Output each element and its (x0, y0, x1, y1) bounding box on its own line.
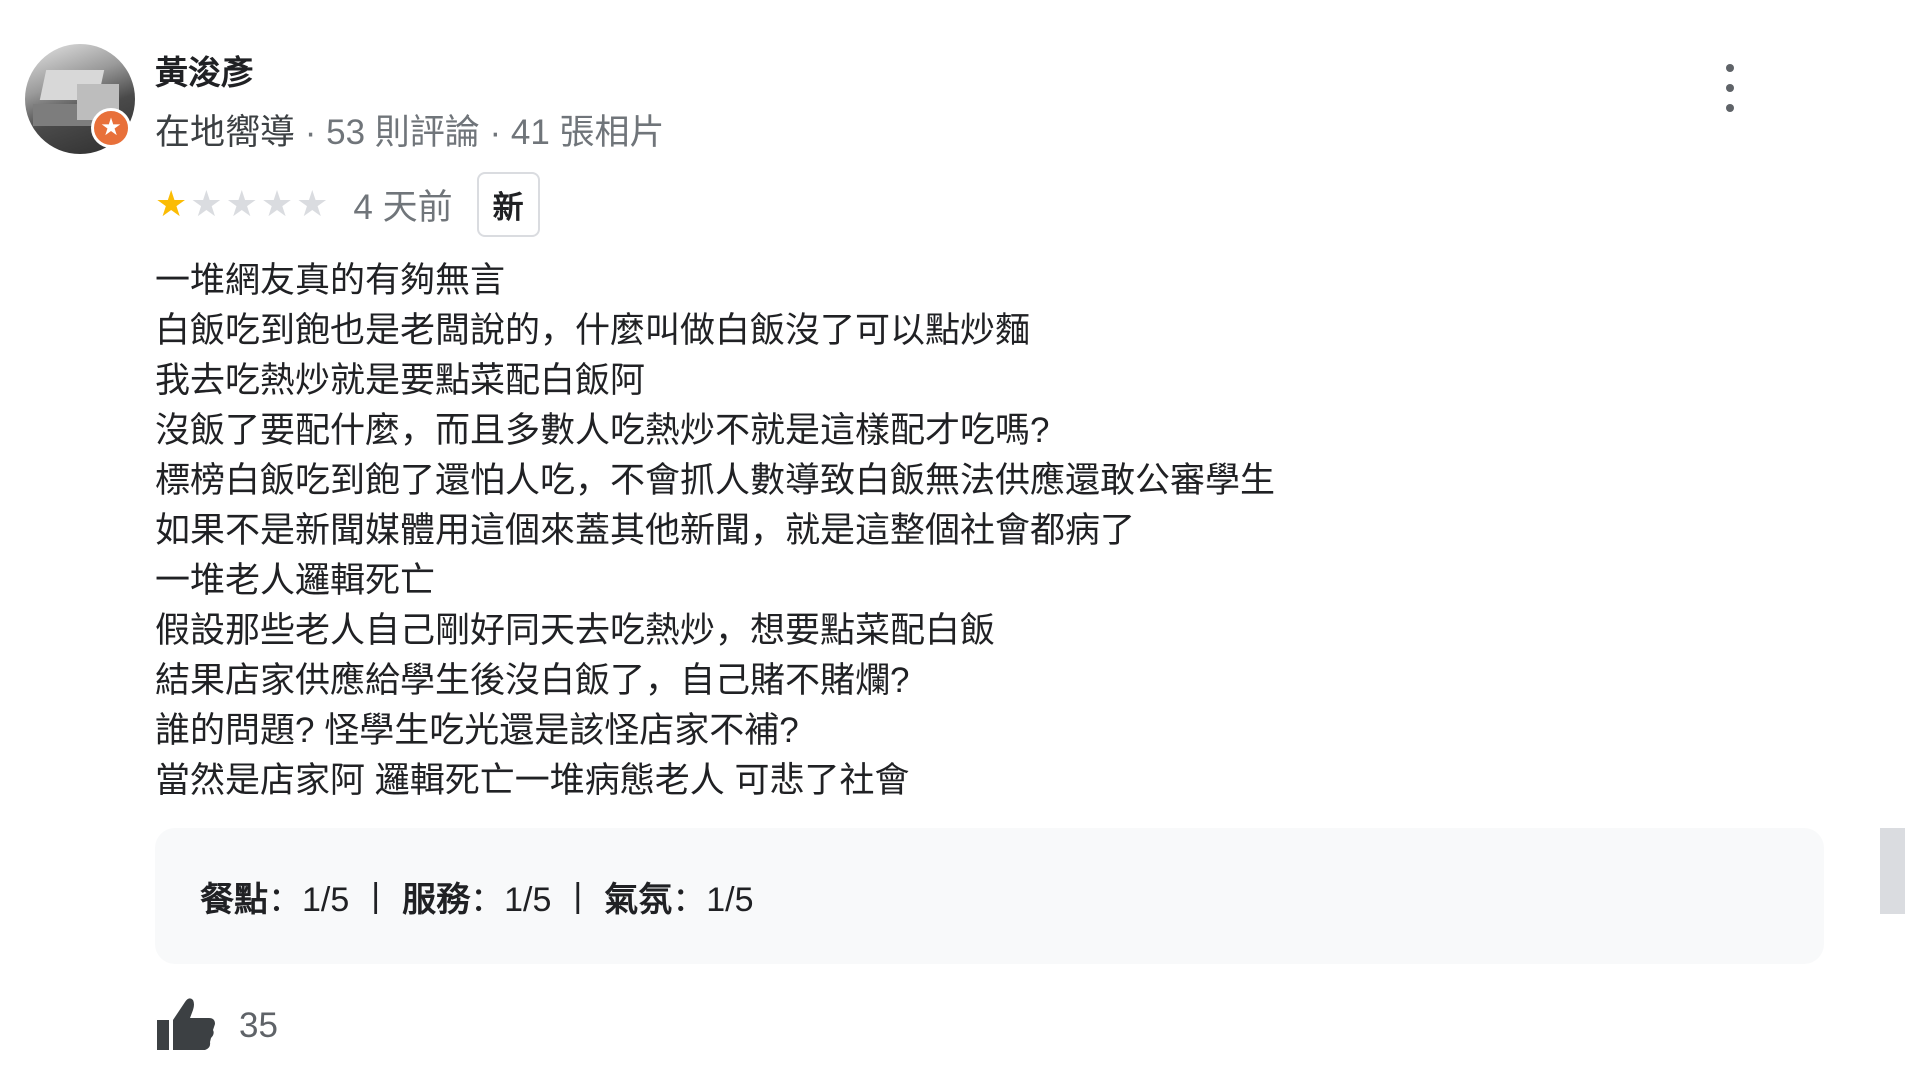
review-line: 假設那些老人自己剛好同天去吃熱炒，想要點菜配白飯 (155, 611, 996, 650)
avatar[interactable]: ★ (25, 44, 135, 154)
review-text: 一堆網友真的有夠無言 白飯吃到飽也是老闆說的，什麼叫做白飯沒了可以點炒麵 我去吃… (155, 256, 1275, 806)
author-meta: 在地嚮導 · 53 則評論 · 41 張相片 (155, 104, 665, 155)
star-icon: ★ (155, 183, 188, 224)
review-line: 一堆老人邏輯死亡 (155, 561, 436, 600)
subrating-value-food: ：1/5 (268, 880, 350, 919)
subrating-label-service: 服務 (402, 880, 471, 919)
new-badge: 新 (476, 171, 540, 237)
star-icon: ★ (225, 183, 258, 224)
review-line: 當然是店家阿 邏輯死亡一堆病態老人 可悲了社會 (155, 761, 910, 800)
subratings-panel: 餐點 ：1/5 | 服務 ：1/5 | 氣氛 ：1/5 (155, 828, 1824, 964)
star-icon: ★ (190, 183, 223, 224)
review-line: 白飯吃到飽也是老闆說的，什麼叫做白飯沒了可以點炒麵 (155, 311, 1031, 350)
star-icon: ★ (296, 183, 329, 224)
author-name[interactable]: 黃浚彥 (155, 46, 254, 94)
review-line: 結果店家供應給學生後沒白飯了，自己賭不賭爛? (155, 661, 910, 700)
like-count: 35 (239, 1006, 278, 1045)
review-time: 4 天前 (353, 187, 453, 227)
review-line: 我去吃熱炒就是要點菜配白飯阿 (155, 361, 646, 400)
scrollbar-thumb[interactable] (1880, 828, 1905, 914)
subrating-label-atmosphere: 氣氛 (604, 880, 673, 919)
thumbs-up-icon[interactable] (155, 996, 217, 1057)
subrating-label-food: 餐點 (200, 880, 268, 919)
review-line: 如果不是新聞媒體用這個來蓋其他新聞，就是這整個社會都病了 (155, 511, 1136, 550)
subrating-value-atmosphere: ：1/5 (672, 880, 754, 919)
more-options-button[interactable] (1715, 64, 1745, 112)
separator: | (573, 876, 583, 915)
review-line: 一堆網友真的有夠無言 (155, 261, 506, 300)
author-stats: · 53 則評論 · 41 張相片 (295, 113, 665, 152)
subrating-value-service: ：1/5 (470, 880, 552, 919)
local-guide-star-icon: ★ (91, 108, 131, 148)
author-level: 在地嚮導 (155, 113, 296, 152)
like-row[interactable]: 35 (155, 996, 278, 1056)
review-line: 誰的問題? 怪學生吃光還是該怪店家不補? (155, 711, 799, 750)
review-line: 沒飯了要配什麼，而且多數人吃熱炒不就是這樣配才吃嗎? (155, 411, 1050, 450)
rating-row: ★ ★ ★ ★ ★ 4 天前 新 (155, 171, 540, 237)
separator: | (371, 876, 381, 915)
star-icon: ★ (260, 183, 294, 224)
review-line: 標榜白飯吃到飽了還怕人吃，不會抓人數導致白飯無法供應還敢公審學生 (155, 461, 1276, 500)
more-vert-icon (1726, 64, 1734, 72)
star-rating: ★ ★ ★ ★ ★ (155, 186, 331, 222)
